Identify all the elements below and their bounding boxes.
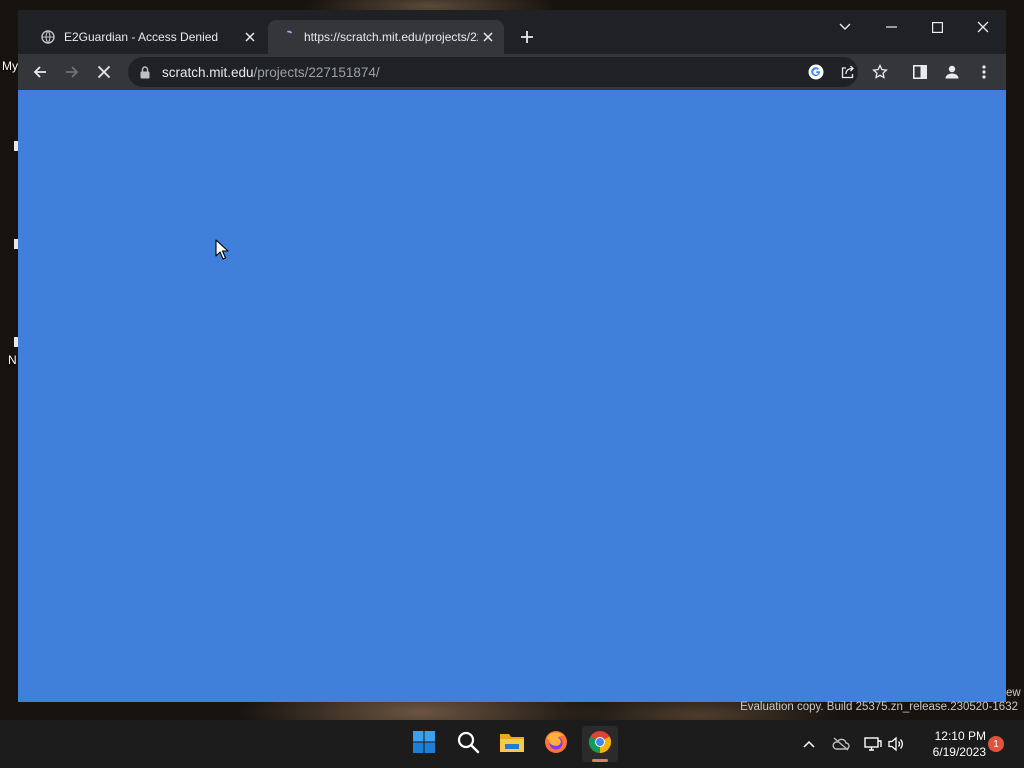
tab-title: https://scratch.mit.edu/projects/2271518… bbox=[304, 30, 478, 44]
start-button[interactable] bbox=[406, 726, 442, 762]
close-tab-icon[interactable] bbox=[478, 27, 498, 47]
firefox-button[interactable] bbox=[538, 726, 574, 762]
url-path: /projects/227151874/ bbox=[253, 64, 380, 80]
clock-time: 12:10 PM bbox=[934, 729, 986, 743]
desktop-icon-label-n[interactable]: N bbox=[8, 353, 17, 367]
volume-icon[interactable] bbox=[884, 732, 908, 756]
page-content-loading[interactable] bbox=[18, 90, 1006, 702]
lock-icon[interactable] bbox=[140, 65, 154, 79]
bookmark-star-icon[interactable] bbox=[868, 58, 892, 86]
tab-e2guardian[interactable]: E2Guardian - Access Denied bbox=[30, 20, 266, 54]
back-button[interactable] bbox=[26, 58, 54, 86]
file-explorer-icon bbox=[499, 731, 525, 758]
network-icon[interactable] bbox=[861, 732, 885, 756]
loading-spinner-icon bbox=[280, 29, 296, 45]
notification-badge[interactable]: 1 bbox=[988, 736, 1004, 752]
profile-icon[interactable] bbox=[940, 58, 964, 86]
onedrive-offline-icon[interactable] bbox=[829, 732, 853, 756]
taskbar bbox=[0, 720, 1024, 768]
close-tab-icon[interactable] bbox=[240, 27, 260, 47]
url-host: scratch.mit.edu bbox=[162, 64, 254, 80]
show-hidden-icons-button[interactable] bbox=[797, 732, 821, 756]
search-icon bbox=[456, 730, 480, 759]
tab-title: E2Guardian - Access Denied bbox=[64, 30, 219, 44]
google-lens-icon[interactable] bbox=[804, 58, 828, 86]
tab-scratch-project[interactable]: https://scratch.mit.edu/projects/2271518… bbox=[268, 20, 504, 54]
mouse-cursor-icon bbox=[215, 239, 229, 265]
firefox-icon bbox=[544, 730, 568, 759]
desktop-icon-label-my[interactable]: My bbox=[2, 59, 18, 73]
desktop-watermark-fragment: ew bbox=[1006, 687, 1021, 699]
new-tab-button[interactable] bbox=[516, 26, 538, 48]
close-window-button[interactable] bbox=[960, 12, 1006, 42]
chrome-icon bbox=[588, 730, 612, 759]
file-explorer-button[interactable] bbox=[494, 726, 530, 762]
minimize-button[interactable] bbox=[868, 12, 914, 42]
tab-search-button[interactable] bbox=[822, 12, 868, 42]
browser-toolbar: scratch.mit.edu/projects/227151874/ bbox=[18, 54, 1006, 90]
address-bar[interactable]: scratch.mit.edu/projects/227151874/ bbox=[128, 57, 858, 87]
start-icon bbox=[412, 730, 436, 759]
globe-icon bbox=[40, 29, 56, 45]
tab-strip: E2Guardian - Access Denied https://scrat… bbox=[18, 10, 1006, 54]
system-clock[interactable]: 12:10 PM 6/19/2023 bbox=[912, 728, 986, 760]
chrome-taskbar-button[interactable] bbox=[582, 726, 618, 762]
more-menu-icon[interactable] bbox=[972, 58, 996, 86]
evaluation-watermark: Evaluation copy. Build 25375.zn_release.… bbox=[740, 701, 1018, 713]
maximize-button[interactable] bbox=[914, 12, 960, 42]
clock-date: 6/19/2023 bbox=[932, 745, 986, 759]
chrome-window: E2Guardian - Access Denied https://scrat… bbox=[18, 10, 1006, 702]
side-panel-icon[interactable] bbox=[908, 58, 932, 86]
search-button[interactable] bbox=[450, 726, 486, 762]
forward-button[interactable] bbox=[58, 58, 86, 86]
stop-loading-button[interactable] bbox=[90, 58, 118, 86]
running-indicator bbox=[592, 759, 608, 762]
url-text: scratch.mit.edu/projects/227151874/ bbox=[162, 65, 380, 80]
share-icon[interactable] bbox=[836, 58, 860, 86]
